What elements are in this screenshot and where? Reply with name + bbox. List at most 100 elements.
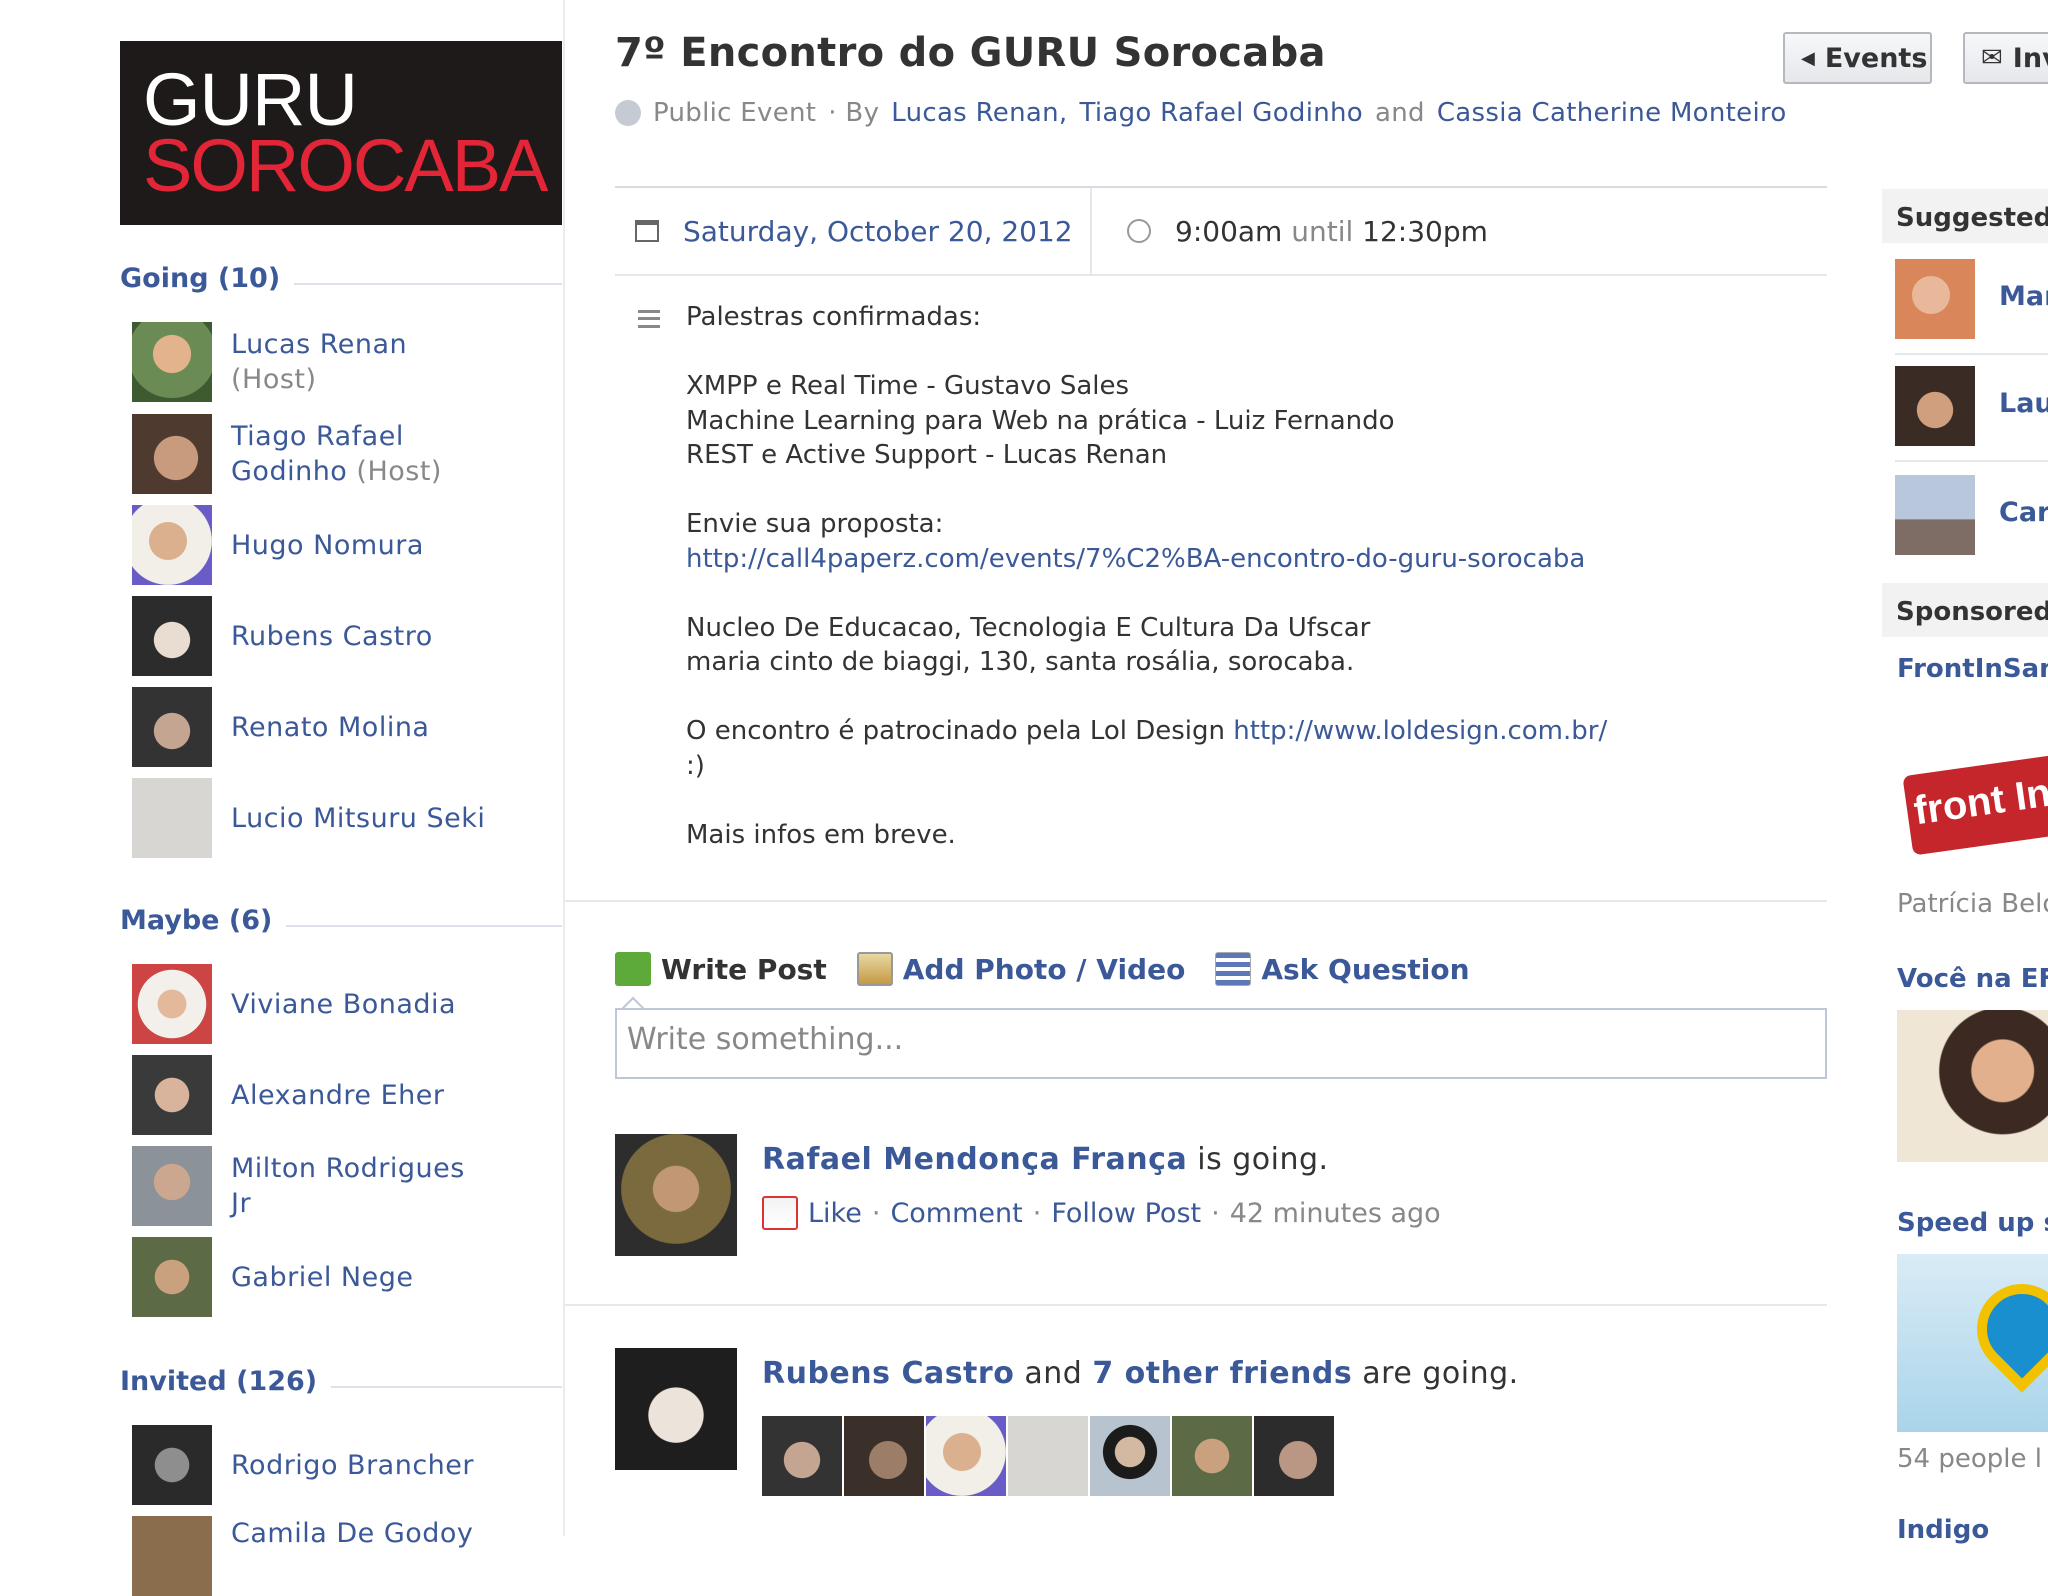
host-link[interactable]: Lucas Renan, bbox=[891, 98, 1067, 128]
friend-thumbnail[interactable] bbox=[762, 1416, 842, 1496]
avatar[interactable] bbox=[132, 322, 212, 402]
divider bbox=[565, 900, 1827, 902]
invited-person[interactable]: Camila De Godoy bbox=[132, 1516, 552, 1596]
going-person[interactable]: Tiago Rafael Godinho (Host) bbox=[132, 414, 552, 494]
person-name[interactable]: Hugo Nomura bbox=[231, 505, 491, 585]
person-name[interactable]: Renato Molina bbox=[231, 687, 491, 767]
event-date[interactable]: Saturday, October 20, 2012 bbox=[683, 215, 1073, 248]
ad-image[interactable] bbox=[1897, 1254, 2048, 1432]
ad-title[interactable]: Speed up s bbox=[1897, 1208, 2048, 1238]
actor-link[interactable]: Rubens Castro bbox=[762, 1356, 1014, 1391]
person-name[interactable]: Rubens Castro bbox=[231, 596, 491, 676]
avatar[interactable] bbox=[1895, 259, 1975, 339]
friend-thumbnail[interactable] bbox=[1008, 1416, 1088, 1496]
avatar[interactable] bbox=[132, 1146, 212, 1226]
person-name[interactable]: Milton Rodrigues Jr bbox=[231, 1146, 491, 1226]
avatar[interactable] bbox=[132, 1516, 212, 1596]
write-post-tab[interactable]: Write Post bbox=[615, 952, 827, 986]
ask-question-tab[interactable]: Ask Question bbox=[1215, 952, 1470, 986]
host-link[interactable]: Tiago Rafael Godinho bbox=[1079, 98, 1363, 128]
suggested-header: Suggested bbox=[1882, 189, 2048, 243]
avatar[interactable] bbox=[132, 1055, 212, 1135]
host-link[interactable]: Cassia Catherine Monteiro bbox=[1437, 98, 1787, 128]
like-link[interactable]: Like bbox=[808, 1198, 862, 1229]
avatar[interactable] bbox=[615, 1134, 737, 1256]
avatar[interactable] bbox=[132, 778, 212, 858]
maybe-person[interactable]: Viviane Bonadia bbox=[132, 964, 552, 1044]
add-photo-label: Add Photo / Video bbox=[902, 952, 1186, 986]
friend-thumbnail[interactable] bbox=[844, 1416, 924, 1496]
going-person[interactable]: Rubens Castro bbox=[132, 596, 552, 676]
ad-title[interactable]: FrontInSam bbox=[1897, 654, 2048, 684]
person-name[interactable]: Camila De Godoy bbox=[231, 1516, 491, 1596]
avatar[interactable] bbox=[1895, 475, 1975, 555]
others-link[interactable]: 7 other friends bbox=[1092, 1356, 1352, 1391]
event-description: Palestras confirmadas: XMPP e Real Time … bbox=[686, 300, 1816, 852]
suggested-person[interactable]: Car bbox=[1895, 475, 2048, 555]
going-person[interactable]: Lucas Renan (Host) bbox=[132, 322, 552, 402]
maybe-person[interactable]: Milton Rodrigues Jr bbox=[132, 1146, 552, 1226]
suggested-person[interactable]: Lau bbox=[1895, 366, 2048, 446]
avatar[interactable] bbox=[1895, 366, 1975, 446]
events-button-label: Events bbox=[1824, 42, 1928, 74]
person-name[interactable]: Lucas Renan bbox=[231, 329, 407, 360]
add-photo-tab[interactable]: Add Photo / Video bbox=[856, 952, 1186, 986]
story-text: is going. bbox=[1197, 1142, 1329, 1177]
friend-thumbnail[interactable] bbox=[1172, 1416, 1252, 1496]
person-name[interactable]: Viviane Bonadia bbox=[231, 964, 491, 1044]
avatar[interactable] bbox=[132, 964, 212, 1044]
talk-line: XMPP e Real Time - Gustavo Sales bbox=[686, 371, 1130, 401]
invited-person[interactable]: Rodrigo Brancher bbox=[132, 1425, 552, 1505]
ad-title[interactable]: Indigo bbox=[1897, 1515, 1989, 1545]
person-name[interactable]: Alexandre Eher bbox=[231, 1055, 491, 1135]
ad-image[interactable]: front In <sam bbox=[1897, 712, 2048, 872]
time-end: 12:30pm bbox=[1362, 214, 1488, 248]
avatar[interactable] bbox=[132, 505, 212, 585]
question-list-icon bbox=[1215, 952, 1252, 986]
friend-thumbnails bbox=[762, 1416, 1334, 1496]
maybe-person[interactable]: Gabriel Nege bbox=[132, 1237, 552, 1317]
divider bbox=[1090, 188, 1092, 274]
friend-thumbnail[interactable] bbox=[1254, 1416, 1334, 1496]
ad-meta: 54 people l bbox=[1897, 1444, 2042, 1474]
going-header[interactable]: Going (10) bbox=[120, 263, 562, 303]
avatar[interactable] bbox=[132, 1425, 212, 1505]
going-person[interactable]: Lucio Mitsuru Seki bbox=[132, 778, 552, 858]
event-date-bar: Saturday, October 20, 2012 9:00am until … bbox=[615, 186, 1827, 276]
maybe-person[interactable]: Alexandre Eher bbox=[132, 1055, 552, 1135]
suggested-name[interactable]: Car bbox=[1999, 497, 2048, 528]
invited-header[interactable]: Invited (126) bbox=[120, 1366, 562, 1406]
suggested-name[interactable]: Mar bbox=[1999, 281, 2048, 312]
ad-image[interactable] bbox=[1897, 1010, 2048, 1162]
write-something-input[interactable]: Write something... bbox=[615, 1008, 1827, 1079]
event-logo[interactable]: GURU SOROCABA bbox=[120, 41, 562, 225]
events-button[interactable]: ◀ Events bbox=[1783, 32, 1932, 84]
avatar[interactable] bbox=[132, 596, 212, 676]
maybe-header[interactable]: Maybe (6) bbox=[120, 905, 562, 945]
talk-line: Machine Learning para Web na prática - L… bbox=[686, 405, 1395, 436]
friend-thumbnail[interactable] bbox=[1090, 1416, 1170, 1496]
person-name[interactable]: Lucio Mitsuru Seki bbox=[231, 778, 491, 858]
venue-line: maria cinto de biaggi, 130, santa rosáli… bbox=[686, 647, 1355, 677]
suggested-person[interactable]: Mar bbox=[1895, 259, 2048, 339]
invite-button[interactable]: ✉ Invite bbox=[1963, 32, 2048, 84]
person-name[interactable]: Rodrigo Brancher bbox=[231, 1425, 491, 1505]
proposal-link[interactable]: http://call4paperz.com/events/7%C2%BA-en… bbox=[686, 542, 1816, 577]
description-icon bbox=[638, 310, 660, 328]
friend-thumbnail[interactable] bbox=[926, 1416, 1006, 1496]
suggested-name[interactable]: Lau bbox=[1999, 388, 2048, 419]
follow-post-link[interactable]: Follow Post bbox=[1051, 1198, 1201, 1229]
going-person[interactable]: Renato Molina bbox=[132, 687, 552, 767]
timestamp[interactable]: 42 minutes ago bbox=[1230, 1198, 1441, 1229]
ask-question-label: Ask Question bbox=[1261, 952, 1470, 986]
ad-title[interactable]: Você na EF bbox=[1897, 964, 2048, 994]
avatar[interactable] bbox=[132, 414, 212, 494]
avatar[interactable] bbox=[132, 687, 212, 767]
avatar[interactable] bbox=[132, 1237, 212, 1317]
person-name[interactable]: Gabriel Nege bbox=[231, 1237, 491, 1317]
avatar[interactable] bbox=[615, 1348, 737, 1470]
comment-link[interactable]: Comment bbox=[890, 1198, 1022, 1229]
sponsor-link[interactable]: http://www.loldesign.com.br/ bbox=[1233, 716, 1607, 746]
actor-link[interactable]: Rafael Mendonça França bbox=[762, 1142, 1187, 1177]
going-person[interactable]: Hugo Nomura bbox=[132, 505, 552, 585]
